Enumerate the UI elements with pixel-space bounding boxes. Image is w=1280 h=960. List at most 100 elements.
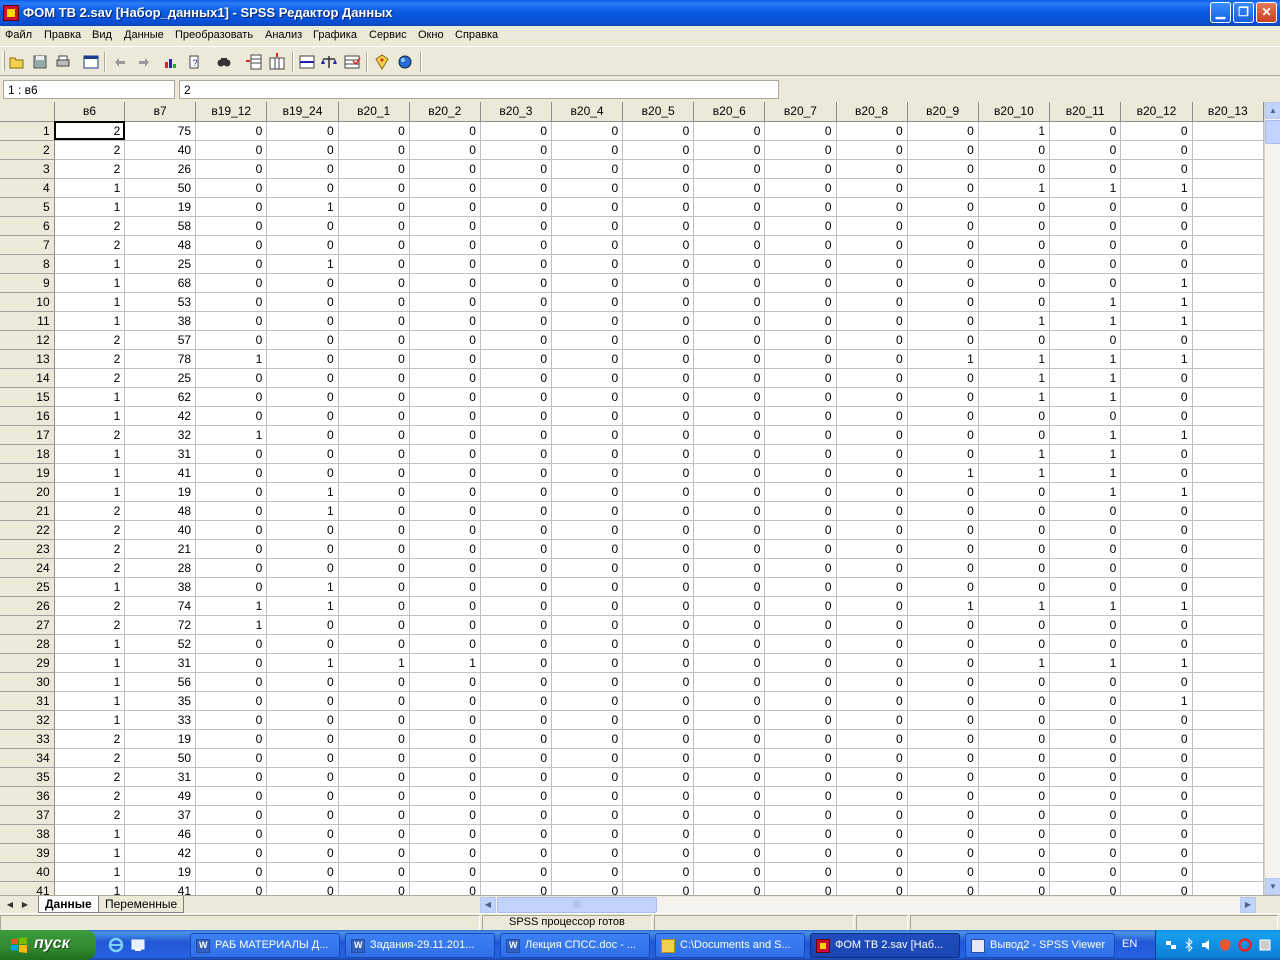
data-cell[interactable]: 0	[195, 577, 268, 597]
data-cell[interactable]: 0	[907, 330, 979, 350]
data-cell[interactable]: 0	[338, 672, 410, 692]
data-cell[interactable]: 0	[622, 178, 695, 198]
data-cell[interactable]: 0	[551, 197, 624, 217]
data-cell[interactable]: 1	[54, 862, 126, 882]
data-cell[interactable]: 0	[836, 406, 908, 426]
data-cell[interactable]: 0	[978, 273, 1051, 293]
data-cell[interactable]: 1	[54, 691, 126, 711]
data-cell[interactable]: 0	[1049, 843, 1122, 863]
data-cell[interactable]: 0	[480, 577, 553, 597]
data-cell[interactable]: 1	[195, 349, 268, 369]
tab-variable-view[interactable]: Переменные	[98, 896, 185, 913]
data-cell[interactable]: 0	[622, 634, 695, 654]
data-cell[interactable]: 0	[409, 425, 481, 445]
data-cell[interactable]: 0	[480, 463, 553, 483]
data-cell[interactable]: 0	[480, 387, 553, 407]
data-cell[interactable]: 0	[907, 729, 979, 749]
data-cell[interactable]: 0	[693, 710, 766, 730]
data-cell[interactable]: 0	[693, 558, 766, 578]
data-cell[interactable]: 0	[480, 349, 553, 369]
data-cell[interactable]: 0	[338, 387, 410, 407]
data-cell[interactable]: 0	[1049, 577, 1122, 597]
data-cell[interactable]: 1	[1049, 311, 1122, 331]
data-cell[interactable]: 0	[195, 710, 268, 730]
data-cell[interactable]: 0	[693, 501, 766, 521]
data-cell[interactable]: 0	[622, 444, 695, 464]
data-cell[interactable]: 0	[480, 653, 553, 673]
data-cell[interactable]: 0	[622, 691, 695, 711]
data-cell[interactable]: 0	[338, 273, 410, 293]
data-cell[interactable]: 0	[764, 444, 837, 464]
tray-app-icon[interactable]	[1258, 938, 1272, 952]
data-cell[interactable]: 0	[266, 843, 339, 863]
data-cell[interactable]: 0	[551, 406, 624, 426]
data-cell[interactable]: 0	[195, 140, 268, 160]
row-number-header[interactable]: 3	[0, 159, 55, 179]
data-cell[interactable]: 0	[409, 197, 481, 217]
data-cell[interactable]: 2	[54, 425, 126, 445]
data-cell[interactable]: 0	[907, 197, 979, 217]
data-cell[interactable]: 1	[907, 349, 979, 369]
data-cell[interactable]: 0	[978, 216, 1051, 236]
data-cell[interactable]: 1	[1049, 368, 1122, 388]
data-cell[interactable]: 0	[338, 691, 410, 711]
data-cell[interactable]: 0	[266, 444, 339, 464]
data-cell[interactable]: 0	[551, 729, 624, 749]
data-cell[interactable]	[1192, 406, 1264, 426]
data-cell[interactable]: 0	[1049, 748, 1122, 768]
data-cell[interactable]: 1	[409, 653, 481, 673]
data-cell[interactable]: 1	[54, 672, 126, 692]
data-cell[interactable]	[1192, 292, 1264, 312]
data-cell[interactable]: 1	[54, 634, 126, 654]
row-number-header[interactable]: 33	[0, 729, 55, 749]
row-number-header[interactable]: 40	[0, 862, 55, 882]
grid-corner[interactable]	[0, 102, 55, 122]
data-cell[interactable]: 41	[124, 881, 197, 895]
data-cell[interactable]: 0	[1120, 216, 1193, 236]
data-cell[interactable]: 2	[54, 805, 126, 825]
toolbar-grip[interactable]	[2, 51, 5, 71]
column-header[interactable]: в20_7	[764, 102, 837, 122]
data-cell[interactable]: 0	[693, 843, 766, 863]
data-cell[interactable]: 1	[1049, 596, 1122, 616]
spss-app-icon[interactable]	[3, 5, 19, 21]
data-cell[interactable]	[1192, 748, 1264, 768]
column-header[interactable]: в19_12	[195, 102, 268, 122]
data-cell[interactable]: 1	[54, 311, 126, 331]
data-cell[interactable]: 1	[978, 653, 1051, 673]
data-cell[interactable]: 0	[836, 444, 908, 464]
data-cell[interactable]: 0	[836, 254, 908, 274]
data-cell[interactable]: 0	[480, 444, 553, 464]
data-cell[interactable]: 0	[764, 292, 837, 312]
data-cell[interactable]: 0	[195, 767, 268, 787]
task-spss-viewer[interactable]: Вывод2 - SPSS Viewer	[965, 933, 1115, 958]
task-word-zadaniya[interactable]: Задания-29.11.201...	[345, 933, 495, 958]
data-cell[interactable]: 0	[836, 710, 908, 730]
start-button[interactable]: пуск	[0, 930, 96, 960]
data-cell[interactable]: 0	[693, 539, 766, 559]
data-cell[interactable]: 0	[978, 805, 1051, 825]
data-cell[interactable]: 40	[124, 140, 197, 160]
data-cell[interactable]: 0	[480, 140, 553, 160]
data-cell[interactable]: 0	[764, 824, 837, 844]
data-cell[interactable]: 0	[266, 406, 339, 426]
row-number-header[interactable]: 29	[0, 653, 55, 673]
use-sets-icon[interactable]	[396, 53, 414, 71]
data-cell[interactable]: 0	[195, 178, 268, 198]
data-cell[interactable]: 0	[764, 368, 837, 388]
menu-graphs[interactable]: Графика	[313, 29, 357, 41]
data-cell[interactable]: 0	[622, 786, 695, 806]
data-cell[interactable]: 0	[1120, 121, 1193, 141]
show-desktop-icon[interactable]	[130, 937, 146, 953]
data-cell[interactable]: 0	[1120, 805, 1193, 825]
data-cell[interactable]: 74	[124, 596, 197, 616]
data-cell[interactable]: 0	[480, 197, 553, 217]
data-cell[interactable]: 0	[836, 539, 908, 559]
data-cell[interactable]: 1	[54, 273, 126, 293]
data-cell[interactable]: 0	[907, 710, 979, 730]
data-cell[interactable]: 0	[1120, 729, 1193, 749]
data-cell[interactable]: 0	[195, 368, 268, 388]
data-cell[interactable]: 0	[551, 235, 624, 255]
data-cell[interactable]: 0	[836, 786, 908, 806]
data-cell[interactable]: 2	[54, 235, 126, 255]
